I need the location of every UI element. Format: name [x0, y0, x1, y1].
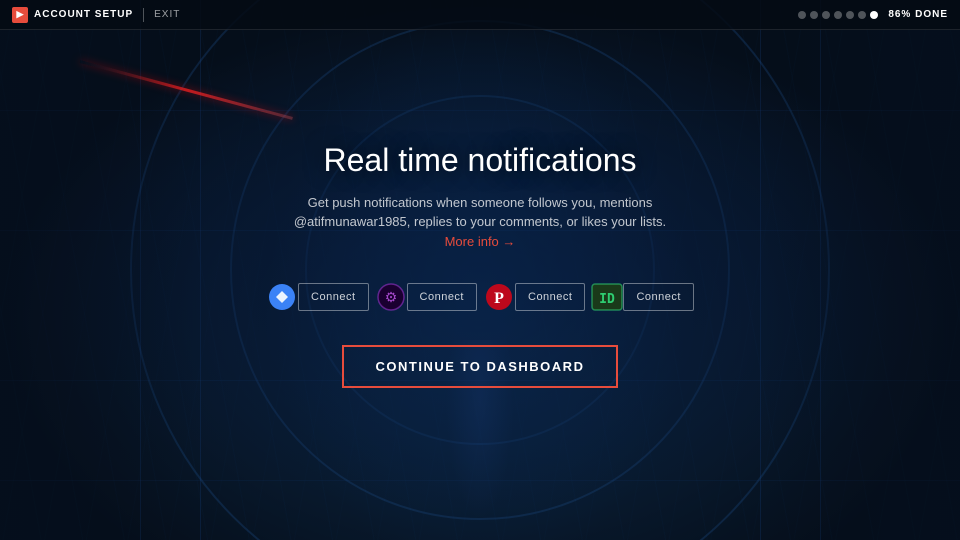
logo-icon: ▶ — [12, 7, 28, 23]
description-text: Get push notifications when someone foll… — [294, 195, 666, 230]
dot-2 — [810, 11, 818, 19]
connect-button-3[interactable]: Connect — [515, 283, 585, 311]
page-description: Get push notifications when someone foll… — [280, 193, 680, 252]
svg-text:⚙: ⚙ — [384, 289, 397, 305]
dot-4 — [834, 11, 842, 19]
service-icon-4: ID — [591, 281, 623, 313]
topbar-right: 86% DONE — [798, 9, 948, 20]
connect-button-2[interactable]: Connect — [407, 283, 477, 311]
trakt-icon — [268, 283, 296, 311]
svg-text:P: P — [494, 290, 504, 307]
connect-button-1[interactable]: Connect — [298, 283, 368, 311]
service-item-1: Connect — [266, 281, 368, 313]
more-info-link[interactable]: More info → — [445, 234, 516, 249]
service-item-3: P Connect — [483, 281, 585, 313]
continue-to-dashboard-button[interactable]: CONTINUE TO DASHBOARD — [342, 345, 619, 388]
id-service-icon: ID — [591, 283, 623, 311]
main-content: Real time notifications Get push notific… — [0, 30, 960, 540]
gear-service-icon: ⚙ — [377, 283, 405, 311]
dot-3 — [822, 11, 830, 19]
connect-button-4[interactable]: Connect — [623, 283, 693, 311]
services-row: Connect ⚙ Connect P Connect — [266, 281, 694, 313]
dot-5 — [846, 11, 854, 19]
dot-6 — [858, 11, 866, 19]
service-icon-3: P — [483, 281, 515, 313]
topbar: ▶ ACCOUNT SETUP EXIT 86% DONE — [0, 0, 960, 30]
dot-7 — [870, 11, 878, 19]
exit-button[interactable]: EXIT — [154, 9, 180, 20]
logo-area: ▶ ACCOUNT SETUP — [12, 7, 133, 23]
service-icon-1 — [266, 281, 298, 313]
app-title: ACCOUNT SETUP — [34, 9, 133, 20]
dot-1 — [798, 11, 806, 19]
service-item-2: ⚙ Connect — [375, 281, 477, 313]
pinterest-icon: P — [485, 283, 513, 311]
page-heading: Real time notifications — [323, 142, 636, 179]
svg-text:ID: ID — [600, 292, 616, 307]
progress-label: 86% DONE — [888, 9, 948, 20]
service-icon-2: ⚙ — [375, 281, 407, 313]
service-item-4: ID Connect — [591, 281, 693, 313]
progress-dots — [798, 11, 878, 19]
topbar-divider — [143, 8, 144, 22]
